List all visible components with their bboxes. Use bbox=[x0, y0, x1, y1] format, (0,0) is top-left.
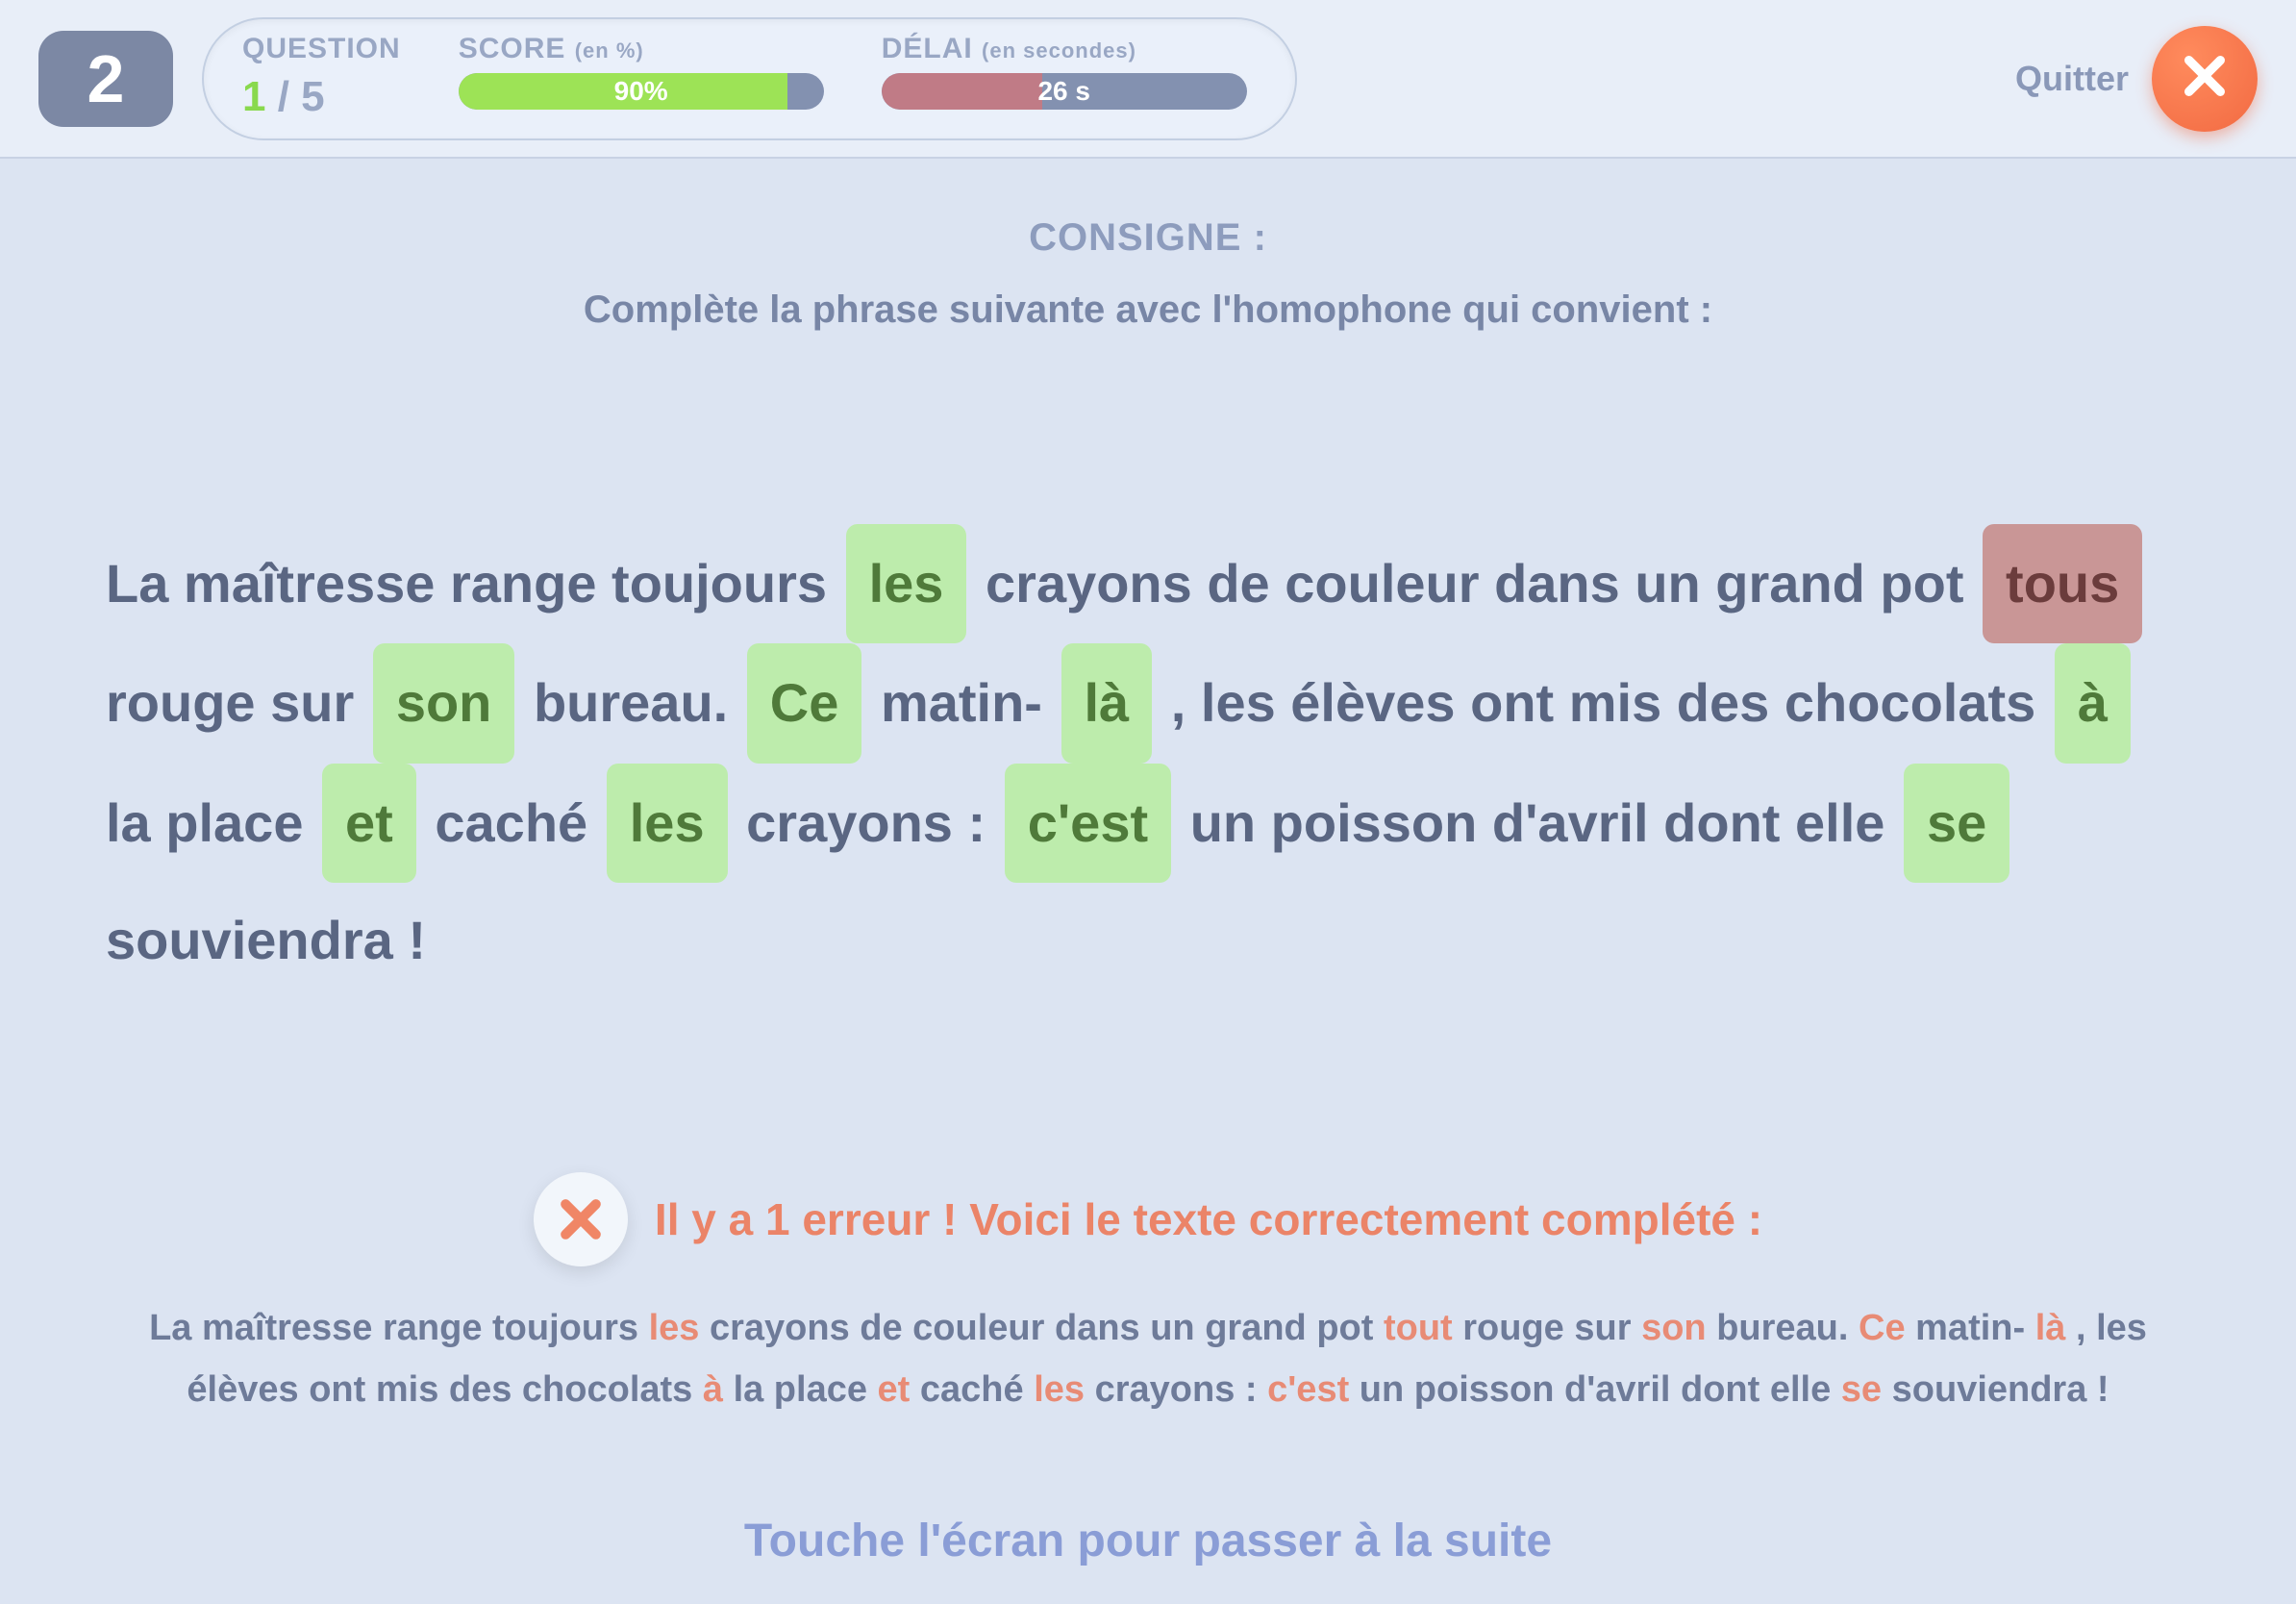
sol-a: à bbox=[703, 1369, 723, 1410]
score-bar: 90% bbox=[459, 73, 824, 110]
sol-son: son bbox=[1641, 1308, 1707, 1348]
sentence-text: , les élèves ont mis des chocolats bbox=[1171, 672, 2051, 733]
consigne-heading: CONSIGNE : bbox=[106, 216, 2190, 260]
tap-to-continue[interactable]: Touche l'écran pour passer à la suite bbox=[0, 1515, 2296, 1567]
blank-cest[interactable]: c'est bbox=[1005, 764, 1171, 883]
question-sep: / bbox=[265, 73, 301, 120]
sentence-text: bureau. bbox=[534, 672, 743, 733]
delay-bar-fill bbox=[882, 73, 1042, 110]
quit-label: Quitter bbox=[2015, 59, 2129, 99]
sentence-text: caché bbox=[435, 792, 602, 853]
sol-tout: tout bbox=[1384, 1308, 1453, 1348]
sol-ce: Ce bbox=[1859, 1308, 1906, 1348]
blank-a[interactable]: à bbox=[2055, 643, 2131, 763]
sentence-text: crayons : bbox=[746, 792, 1001, 853]
error-icon bbox=[534, 1172, 628, 1266]
quit-group: Quitter bbox=[2015, 26, 2258, 132]
main-area: CONSIGNE : Complète la phrase suivante a… bbox=[0, 159, 2296, 1421]
sentence-text: La maîtresse range toujours bbox=[106, 553, 842, 614]
stat-delay-label: DÉLAI (en secondes) bbox=[882, 33, 1247, 65]
question-total: 5 bbox=[301, 73, 324, 120]
feedback-message: Il y a 1 erreur ! Voici le texte correct… bbox=[655, 1193, 1762, 1245]
sol-la: là bbox=[2035, 1308, 2066, 1348]
stat-question-label: QUESTION bbox=[242, 33, 401, 65]
sentence-text: rouge sur bbox=[106, 672, 369, 733]
feedback-header: Il y a 1 erreur ! Voici le texte correct… bbox=[534, 1172, 1762, 1266]
sentence-text: la place bbox=[106, 792, 318, 853]
blank-la[interactable]: là bbox=[1061, 643, 1153, 763]
feedback-block: Il y a 1 erreur ! Voici le texte correct… bbox=[106, 1172, 2190, 1421]
sentence-text: crayons de couleur dans un grand pot bbox=[986, 553, 1979, 614]
blank-et[interactable]: et bbox=[322, 764, 416, 883]
question-number-badge: 2 bbox=[38, 31, 173, 127]
sol-les-2: les bbox=[1034, 1369, 1085, 1410]
sol-se: se bbox=[1841, 1369, 1882, 1410]
exercise-sentence: La maîtresse range toujours les crayons … bbox=[106, 524, 2190, 999]
close-icon bbox=[2178, 49, 2232, 108]
stat-score: SCORE (en %) 90% bbox=[459, 33, 824, 121]
blank-ce[interactable]: Ce bbox=[747, 643, 862, 763]
stats-pill: QUESTION 1 / 5 SCORE (en %) 90% DÉLAI (e… bbox=[202, 17, 1297, 140]
sol-cest: c'est bbox=[1267, 1369, 1349, 1410]
stat-score-label: SCORE (en %) bbox=[459, 33, 824, 65]
stat-question: QUESTION 1 / 5 bbox=[242, 33, 401, 121]
solution-text: La maîtresse range toujours les crayons … bbox=[129, 1297, 2167, 1421]
blank-se[interactable]: se bbox=[1904, 764, 2009, 883]
sentence-text: souviendra ! bbox=[106, 910, 426, 970]
delay-bar-text: 26 s bbox=[1037, 76, 1090, 107]
quit-button[interactable] bbox=[2152, 26, 2258, 132]
question-current: 1 bbox=[242, 73, 265, 120]
consigne-text: Complète la phrase suivante avec l'homop… bbox=[106, 288, 2190, 332]
delay-bar: 26 s bbox=[882, 73, 1247, 110]
blank-son[interactable]: son bbox=[373, 643, 515, 763]
sentence-text: matin- bbox=[881, 672, 1058, 733]
blank-les-2[interactable]: les bbox=[607, 764, 728, 883]
stat-question-value: 1 / 5 bbox=[242, 73, 401, 121]
score-bar-text: 90% bbox=[614, 76, 668, 107]
sol-et: et bbox=[878, 1369, 911, 1410]
blank-tous[interactable]: tous bbox=[1983, 524, 2142, 643]
sentence-text: un poisson d'avril dont elle bbox=[1190, 792, 1900, 853]
header-bar: 2 QUESTION 1 / 5 SCORE (en %) 90% DÉLAI … bbox=[0, 0, 2296, 159]
sol-les-1: les bbox=[649, 1308, 700, 1348]
stat-delay: DÉLAI (en secondes) 26 s bbox=[882, 33, 1247, 121]
blank-les-1[interactable]: les bbox=[846, 524, 967, 643]
